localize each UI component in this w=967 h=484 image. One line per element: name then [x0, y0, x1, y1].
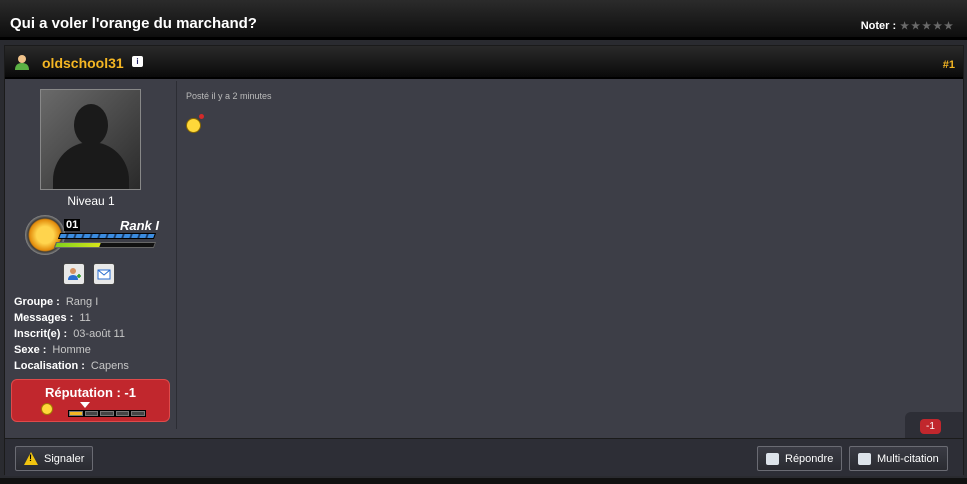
rating-label: Noter :	[860, 20, 897, 32]
post-number-link[interactable]: #1	[943, 59, 955, 71]
multiquote-icon	[858, 452, 871, 465]
user-stats: Groupe : Rang I Messages :11 Inscrit(e) :…	[14, 294, 129, 374]
reputation-counter: -1	[905, 412, 963, 438]
author-sidebar: Niveau 1 01 Rank I Groupe : Rang I Messag…	[5, 81, 177, 429]
post-header: oldschool31 i #1	[5, 46, 963, 79]
user-level: Niveau 1	[67, 194, 115, 208]
post-body	[186, 114, 204, 133]
author-link[interactable]: oldschool31	[42, 55, 124, 71]
reputation-count-badge[interactable]: -1	[920, 419, 941, 434]
meter-segment	[131, 411, 145, 416]
rating-control[interactable]: Noter : ★★★★★	[861, 20, 955, 32]
reputation-label: Réputation : -1	[45, 385, 136, 400]
rank-bar-top	[57, 233, 157, 239]
user-actions	[63, 263, 115, 285]
multiquote-label: Multi-citation	[877, 452, 939, 465]
avatar[interactable]	[40, 89, 141, 190]
reputation-meter	[68, 410, 146, 417]
avatar-silhouette-head	[74, 104, 108, 146]
meter-segment	[100, 411, 114, 416]
reply-icon	[766, 452, 779, 465]
smiley-icon	[41, 403, 53, 415]
post-footer: Signaler Répondre Multi-citation	[5, 438, 963, 476]
confused-emoticon-icon	[186, 114, 204, 133]
topic-header: Qui a voler l'orange du marchand? Noter …	[0, 0, 967, 40]
stat-row: Groupe : Rang I	[14, 296, 99, 308]
next-post-edge	[0, 478, 967, 484]
multiquote-button[interactable]: Multi-citation	[849, 446, 948, 471]
post-date: Posté il y a 2 minutes	[186, 91, 272, 101]
rating-stars-icon[interactable]: ★★★★★	[900, 21, 955, 32]
add-friend-icon	[68, 268, 81, 280]
send-message-button[interactable]	[93, 263, 115, 285]
rank-badge: 01 Rank I	[21, 213, 159, 257]
report-label: Signaler	[44, 452, 85, 465]
add-friend-button[interactable]	[63, 263, 85, 285]
rank-progress-bar	[53, 242, 157, 248]
rank-name: Rank I	[119, 218, 159, 233]
post-container: oldschool31 i #1 Niveau 1 01 Rank I Grou…	[4, 45, 964, 476]
stat-row: Localisation : Capens	[14, 360, 129, 372]
reputation-box: Réputation : -1	[11, 379, 170, 422]
reputation-marker-icon	[80, 402, 90, 408]
meter-segment	[69, 411, 83, 416]
stat-row: Sexe : Homme	[14, 344, 91, 356]
rank-number: 01	[64, 219, 81, 231]
stat-row: Inscrit(e) :03-août 11	[14, 328, 125, 340]
stat-row: Messages :11	[14, 312, 91, 324]
report-button[interactable]: Signaler	[15, 446, 94, 471]
warning-icon	[24, 452, 38, 465]
meter-segment	[115, 411, 130, 416]
profile-card-icon[interactable]: i	[132, 56, 143, 67]
topic-title: Qui a voler l'orange du marchand?	[10, 15, 257, 32]
avatar-silhouette-body	[53, 142, 129, 189]
user-icon	[15, 55, 29, 70]
envelope-icon	[97, 269, 111, 280]
reply-label: Répondre	[785, 452, 834, 465]
reply-button[interactable]: Répondre	[757, 446, 843, 471]
rank-progress-fill	[55, 243, 101, 247]
meter-segment	[84, 411, 99, 416]
